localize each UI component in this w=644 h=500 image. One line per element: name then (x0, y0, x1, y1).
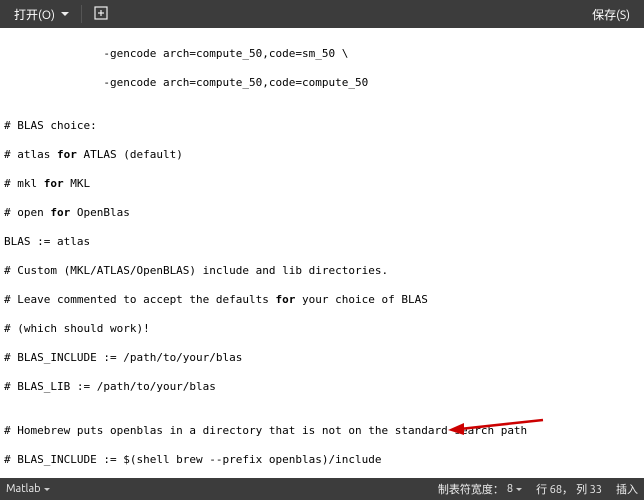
mode-label: 插入 (616, 481, 638, 497)
cursor-position[interactable]: 行 68， 列 33 (536, 481, 602, 497)
code-line: # Leave commented to accept the defaults… (4, 293, 644, 308)
tab-width-value: 8 (507, 483, 513, 495)
code-line: # BLAS choice: (4, 119, 644, 134)
chevron-down-icon (44, 488, 50, 491)
code-line: # BLAS_INCLUDE := $(shell brew --prefix … (4, 453, 644, 468)
tab-width-label: 制表符宽度： (438, 481, 504, 497)
code-line: # atlas for ATLAS (default) (4, 148, 644, 163)
code-line: # mkl for MKL (4, 177, 644, 192)
editor-area[interactable]: -gencode arch=compute_50,code=sm_50 \ -g… (0, 28, 644, 476)
code-line: -gencode arch=compute_50,code=compute_50 (4, 76, 644, 91)
chevron-down-icon (61, 12, 69, 16)
new-tab-icon (94, 6, 108, 23)
new-tab-button[interactable] (86, 3, 116, 26)
code-line: # Homebrew puts openblas in a directory … (4, 424, 644, 439)
save-button[interactable]: 保存(S) (584, 3, 638, 26)
status-bar: Matlab 制表符宽度： 8 行 68， 列 33 插入 (0, 478, 644, 500)
separator (81, 5, 82, 23)
chevron-down-icon (516, 488, 522, 491)
language-selector[interactable]: Matlab (6, 483, 50, 495)
code-line: # BLAS_INCLUDE := /path/to/your/blas (4, 351, 644, 366)
code-line: # BLAS_LIB := /path/to/your/blas (4, 380, 644, 395)
open-button[interactable]: 打开(O) (6, 3, 77, 26)
row-label: 行 68， (536, 481, 573, 497)
insert-mode[interactable]: 插入 (616, 481, 638, 497)
save-label: 保存(S) (592, 6, 630, 23)
code-line: BLAS := atlas (4, 235, 644, 250)
toolbar: 打开(O) 保存(S) (0, 0, 644, 28)
col-label: 列 33 (576, 481, 602, 497)
language-label: Matlab (6, 483, 41, 495)
code-line: # Custom (MKL/ATLAS/OpenBLAS) include an… (4, 264, 644, 279)
open-label: 打开(O) (14, 6, 55, 23)
code-line: # open for OpenBlas (4, 206, 644, 221)
code-line: # (which should work)! (4, 322, 644, 337)
tab-width-selector[interactable]: 制表符宽度： 8 (438, 481, 522, 497)
code-line: -gencode arch=compute_50,code=sm_50 \ (4, 47, 644, 62)
